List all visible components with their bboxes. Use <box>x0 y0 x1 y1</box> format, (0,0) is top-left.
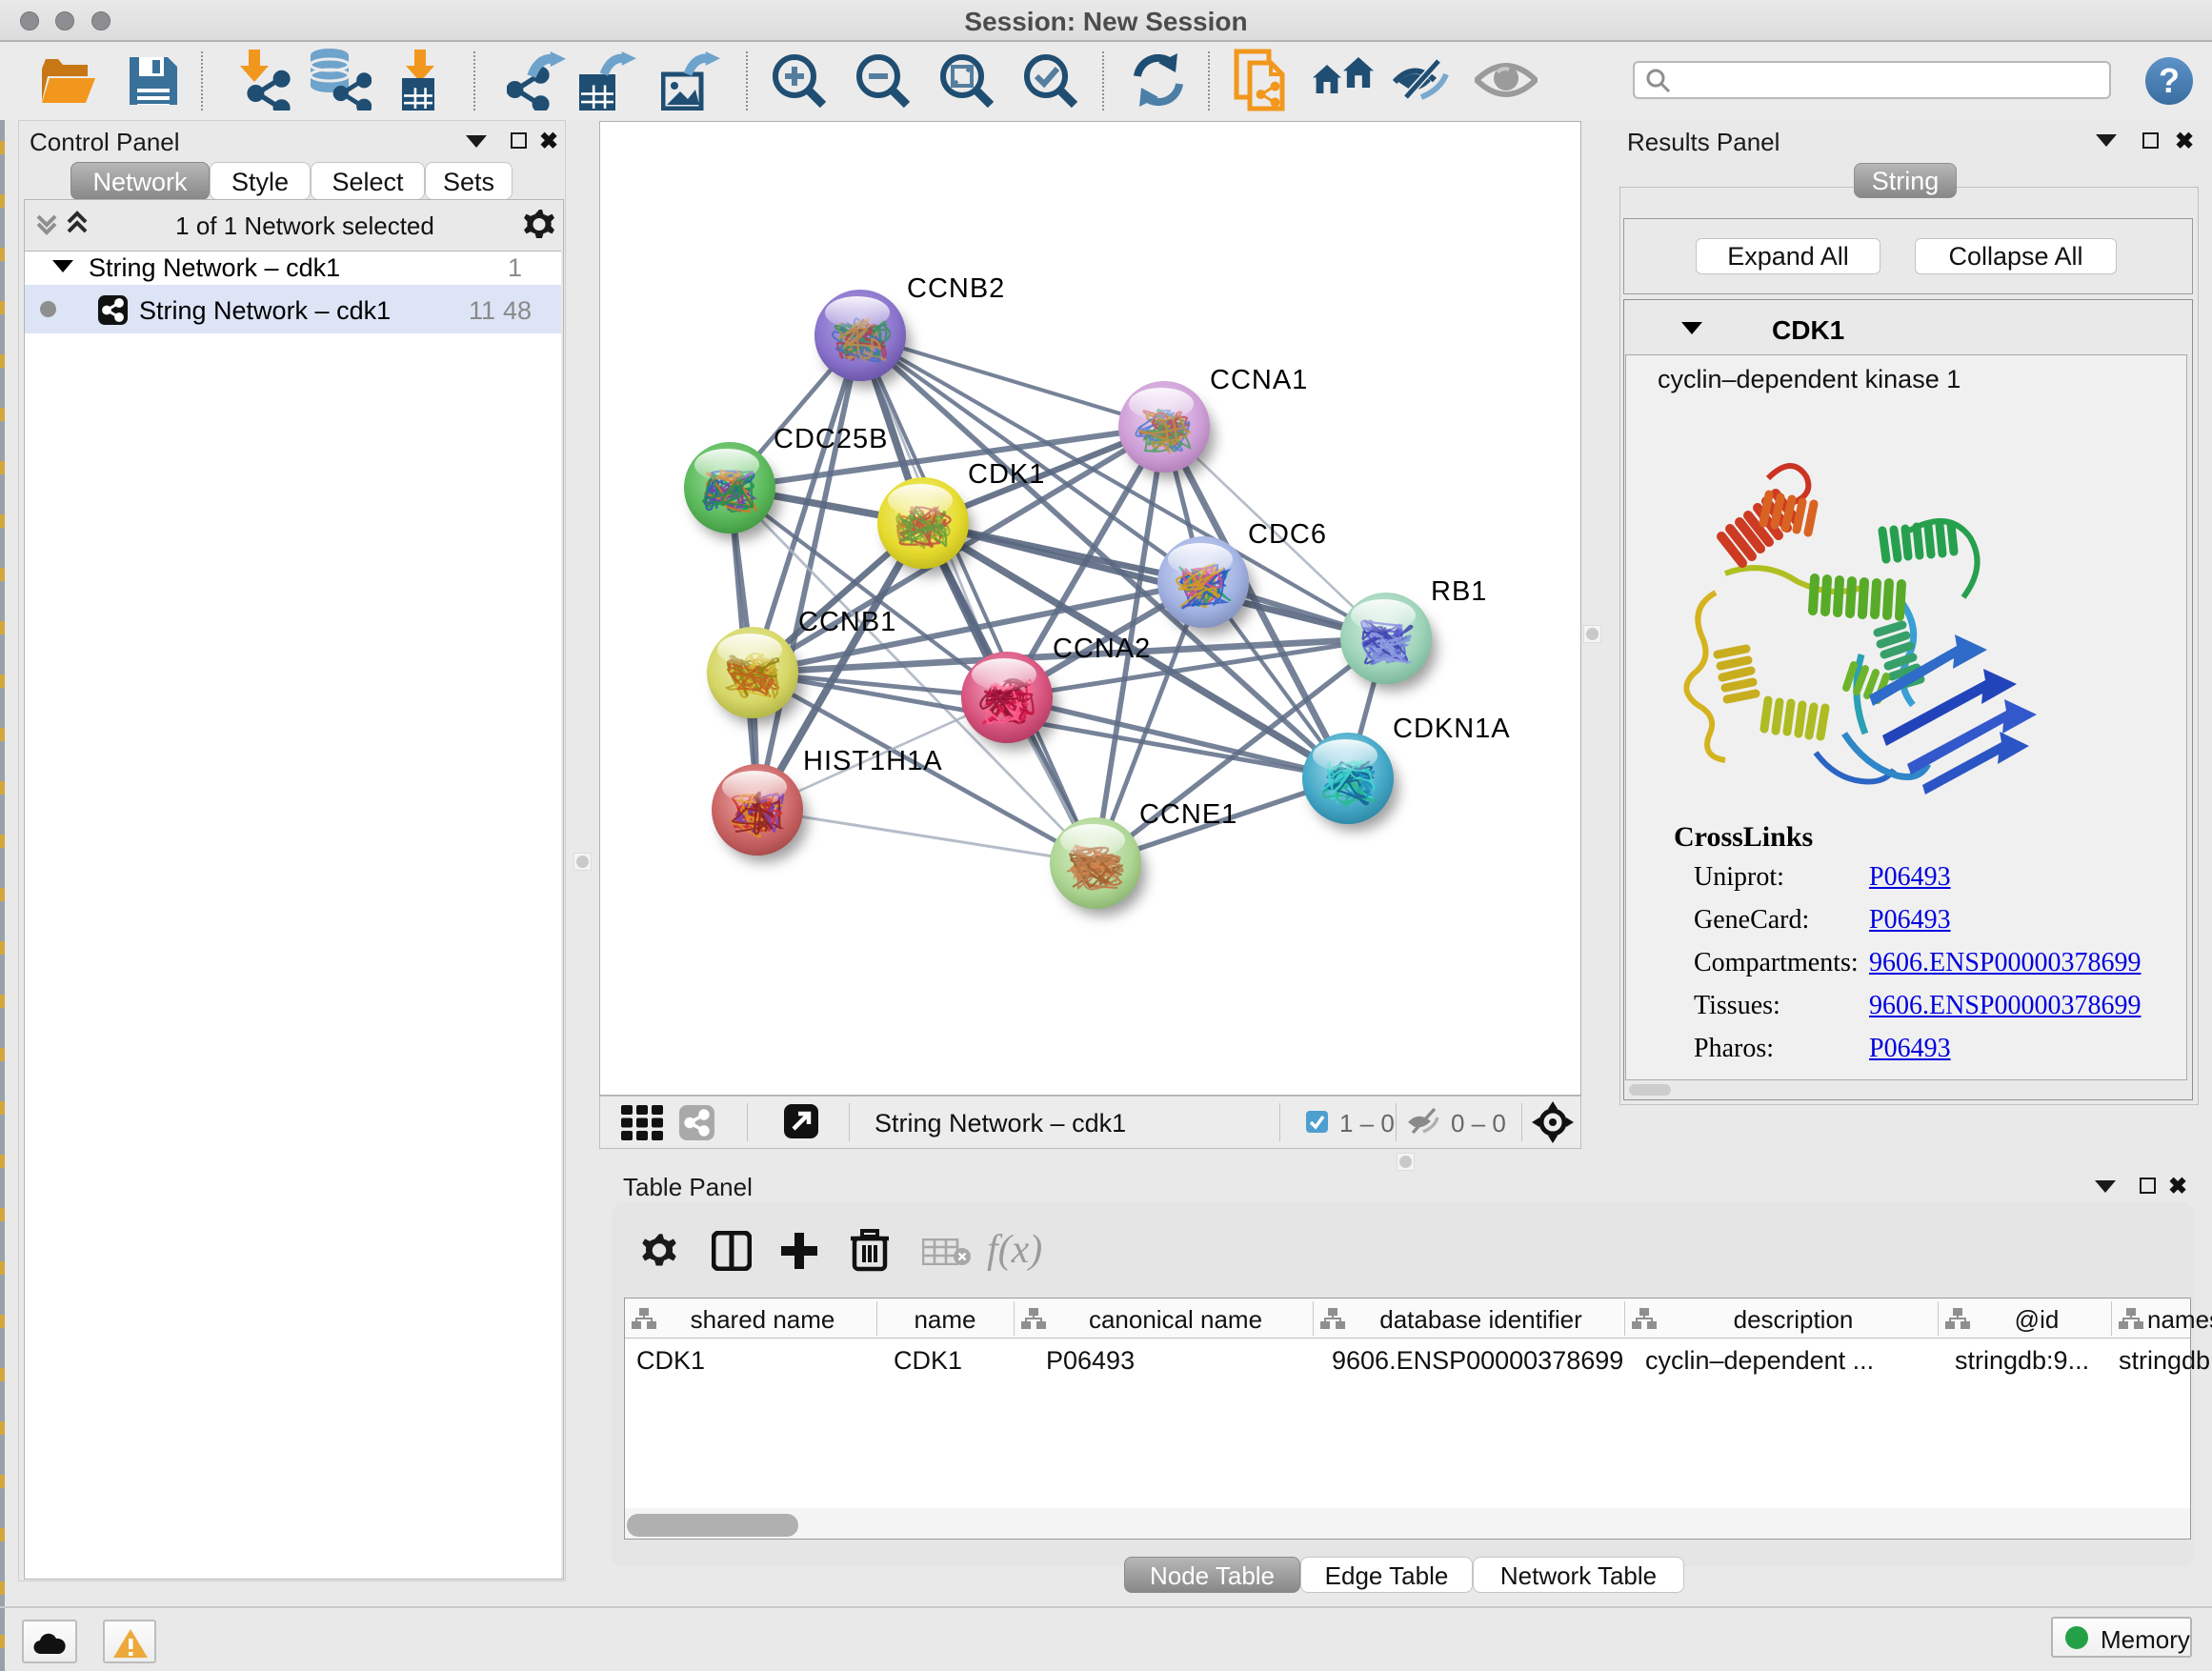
svg-text:CCNE1: CCNE1 <box>1139 799 1237 830</box>
svg-text:CDC6: CDC6 <box>1248 519 1327 550</box>
svg-text:CCNB2: CCNB2 <box>907 273 1005 304</box>
svg-text:HIST1H1A: HIST1H1A <box>803 746 943 776</box>
svg-text:CDKN1A: CDKN1A <box>1393 714 1511 744</box>
svg-text:CDC25B: CDC25B <box>774 424 888 454</box>
svg-text:CCNA2: CCNA2 <box>1053 634 1151 664</box>
svg-text:CDK1: CDK1 <box>968 459 1045 490</box>
svg-text:CCNA1: CCNA1 <box>1210 365 1308 395</box>
svg-text:RB1: RB1 <box>1431 576 1487 607</box>
svg-text:CCNB1: CCNB1 <box>798 607 896 637</box>
